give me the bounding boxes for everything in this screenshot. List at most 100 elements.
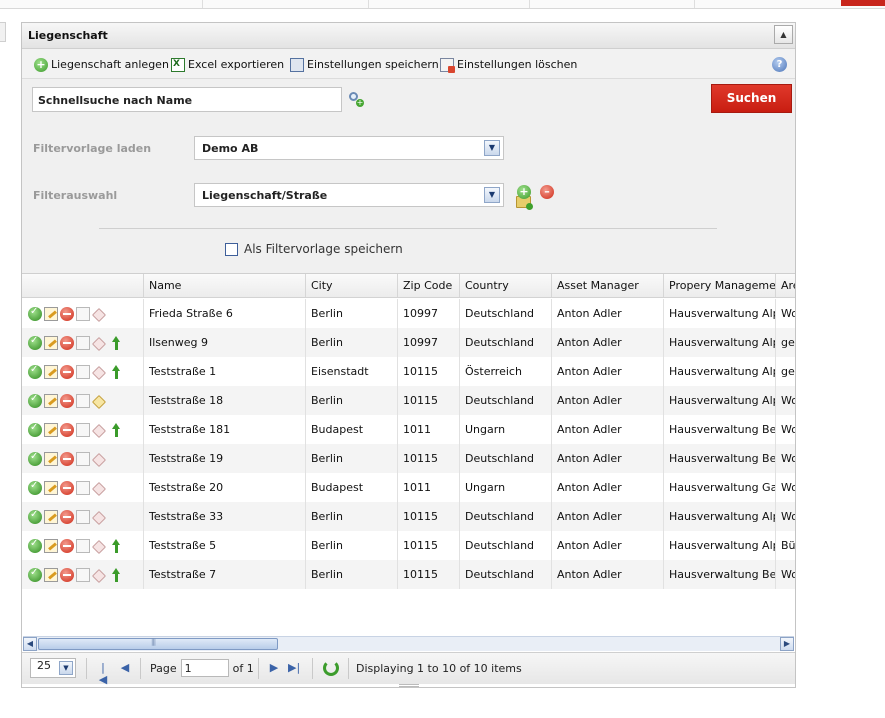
save-as-template-checkbox[interactable] [225,242,238,256]
table-row[interactable]: Ilsenweg 9Berlin10997DeutschlandAnton Ad… [22,328,795,357]
add-filter-icon[interactable]: + [517,185,531,199]
delete-icon[interactable] [60,480,74,495]
edit-icon[interactable] [44,393,58,408]
edit-icon[interactable] [44,335,58,350]
help-icon[interactable]: ? [772,57,787,72]
copy-icon[interactable] [76,509,90,524]
page-number-input[interactable]: 1 [180,659,229,677]
copy-icon[interactable] [76,364,90,379]
approve-icon[interactable] [28,451,42,466]
edit-icon[interactable] [44,364,58,379]
tag-icon[interactable] [92,510,106,524]
chevron-down-icon[interactable]: ▼ [484,140,500,156]
edit-icon[interactable] [44,538,58,553]
refresh-icon[interactable] [323,660,339,676]
save-settings-button[interactable]: Einstellungen speichern [290,56,439,73]
prev-page-icon[interactable]: ◀ [119,662,131,674]
tag-icon[interactable] [92,539,106,553]
arrow-up-icon[interactable] [112,567,126,582]
copy-icon[interactable] [76,451,90,466]
page-size-field[interactable]: 25 ▼ [30,658,76,678]
table-row[interactable]: Teststraße 1Eisenstadt10115ÖsterreichAnt… [22,357,795,386]
last-page-icon[interactable]: ▶| [288,662,300,674]
search-add-icon[interactable]: + [349,92,364,107]
edit-icon[interactable] [44,509,58,524]
delete-settings-button[interactable]: Einstellungen löschen [440,56,577,73]
horizontal-scrollbar[interactable]: ◀ ▶ [23,636,794,651]
edit-icon[interactable] [44,451,58,466]
delete-icon[interactable] [60,451,74,466]
copy-icon[interactable] [76,480,90,495]
edit-icon[interactable] [44,567,58,582]
approve-icon[interactable] [28,422,42,437]
approve-icon[interactable] [28,538,42,553]
delete-icon[interactable] [60,509,74,524]
table-row[interactable]: Teststraße 7Berlin10115DeutschlandAnton … [22,560,795,589]
arrow-up-icon[interactable] [112,364,126,379]
approve-icon[interactable] [28,393,42,408]
tag-icon[interactable] [92,336,106,350]
first-page-icon[interactable]: |◀ [97,662,109,686]
column-header-city[interactable]: City [306,274,398,297]
arrow-up-icon[interactable] [112,422,126,437]
arrow-up-icon[interactable] [112,538,126,553]
top-accent-tab[interactable] [841,0,885,6]
page-size-select[interactable]: 25 ▼ [30,658,76,678]
delete-icon[interactable] [60,335,74,350]
approve-icon[interactable] [28,480,42,495]
collapse-button[interactable]: ▲ [774,25,793,44]
table-row[interactable]: Teststraße 18Berlin10115DeutschlandAnton… [22,386,795,415]
remove-filter-icon[interactable]: – [540,185,554,199]
approve-icon[interactable] [28,567,42,582]
tag-icon[interactable] [92,481,106,495]
edit-icon[interactable] [44,422,58,437]
column-header-country[interactable]: Country [460,274,552,297]
approve-icon[interactable] [28,509,42,524]
delete-icon[interactable] [60,422,74,437]
table-row[interactable]: Teststraße 19Berlin10115DeutschlandAnton… [22,444,795,473]
create-property-button[interactable]: + Liegenschaft anlegen [34,56,169,73]
tag-icon[interactable] [92,452,106,466]
scroll-right-button[interactable]: ▶ [780,637,794,651]
copy-icon[interactable] [76,422,90,437]
table-row[interactable]: Teststraße 20Budapest1011UngarnAnton Adl… [22,473,795,502]
search-button[interactable]: Suchen [711,84,792,113]
save-as-template-row[interactable]: Als Filtervorlage speichern [225,242,403,256]
next-page-icon[interactable]: ▶ [268,662,280,674]
column-header-zip[interactable]: Zip Code [398,274,460,297]
table-row[interactable]: Teststraße 33Berlin10115DeutschlandAnton… [22,502,795,531]
edit-icon[interactable] [44,480,58,495]
approve-icon[interactable] [28,335,42,350]
tag-icon[interactable] [92,568,106,582]
table-row[interactable]: Frieda Straße 6Berlin10997DeutschlandAnt… [22,299,795,328]
resize-grip[interactable] [399,684,419,687]
tag-icon[interactable] [92,423,106,437]
copy-icon[interactable] [76,538,90,553]
column-header-name[interactable]: Name [144,274,306,297]
delete-icon[interactable] [60,567,74,582]
delete-icon[interactable] [60,538,74,553]
delete-icon[interactable] [60,393,74,408]
tag-icon[interactable] [92,365,106,379]
edit-icon[interactable] [44,306,58,321]
filter-selection-select[interactable]: Liegenschaft/Straße ▼ [194,183,504,207]
copy-icon[interactable] [76,335,90,350]
filter-template-select[interactable]: Demo AB ▼ [194,136,504,160]
chevron-down-icon[interactable]: ▼ [484,187,500,203]
column-header-asset-manager[interactable]: Asset Manager [552,274,664,297]
chevron-down-icon[interactable]: ▼ [59,661,73,675]
approve-icon[interactable] [28,364,42,379]
left-edge-tab[interactable] [0,22,6,42]
column-header-management[interactable]: Propery Management [664,274,776,297]
copy-icon[interactable] [76,567,90,582]
arrow-up-icon[interactable] [112,335,126,350]
scroll-thumb[interactable] [38,638,278,650]
scroll-left-button[interactable]: ◀ [23,637,37,651]
quick-search-input[interactable]: Schnellsuche nach Name [32,87,342,112]
excel-export-button[interactable]: Excel exportieren [171,56,284,73]
column-header-area[interactable]: Area [776,274,795,297]
table-row[interactable]: Teststraße 181Budapest1011UngarnAnton Ad… [22,415,795,444]
tag-icon[interactable] [92,307,106,321]
copy-icon[interactable] [76,393,90,408]
copy-icon[interactable] [76,306,90,321]
